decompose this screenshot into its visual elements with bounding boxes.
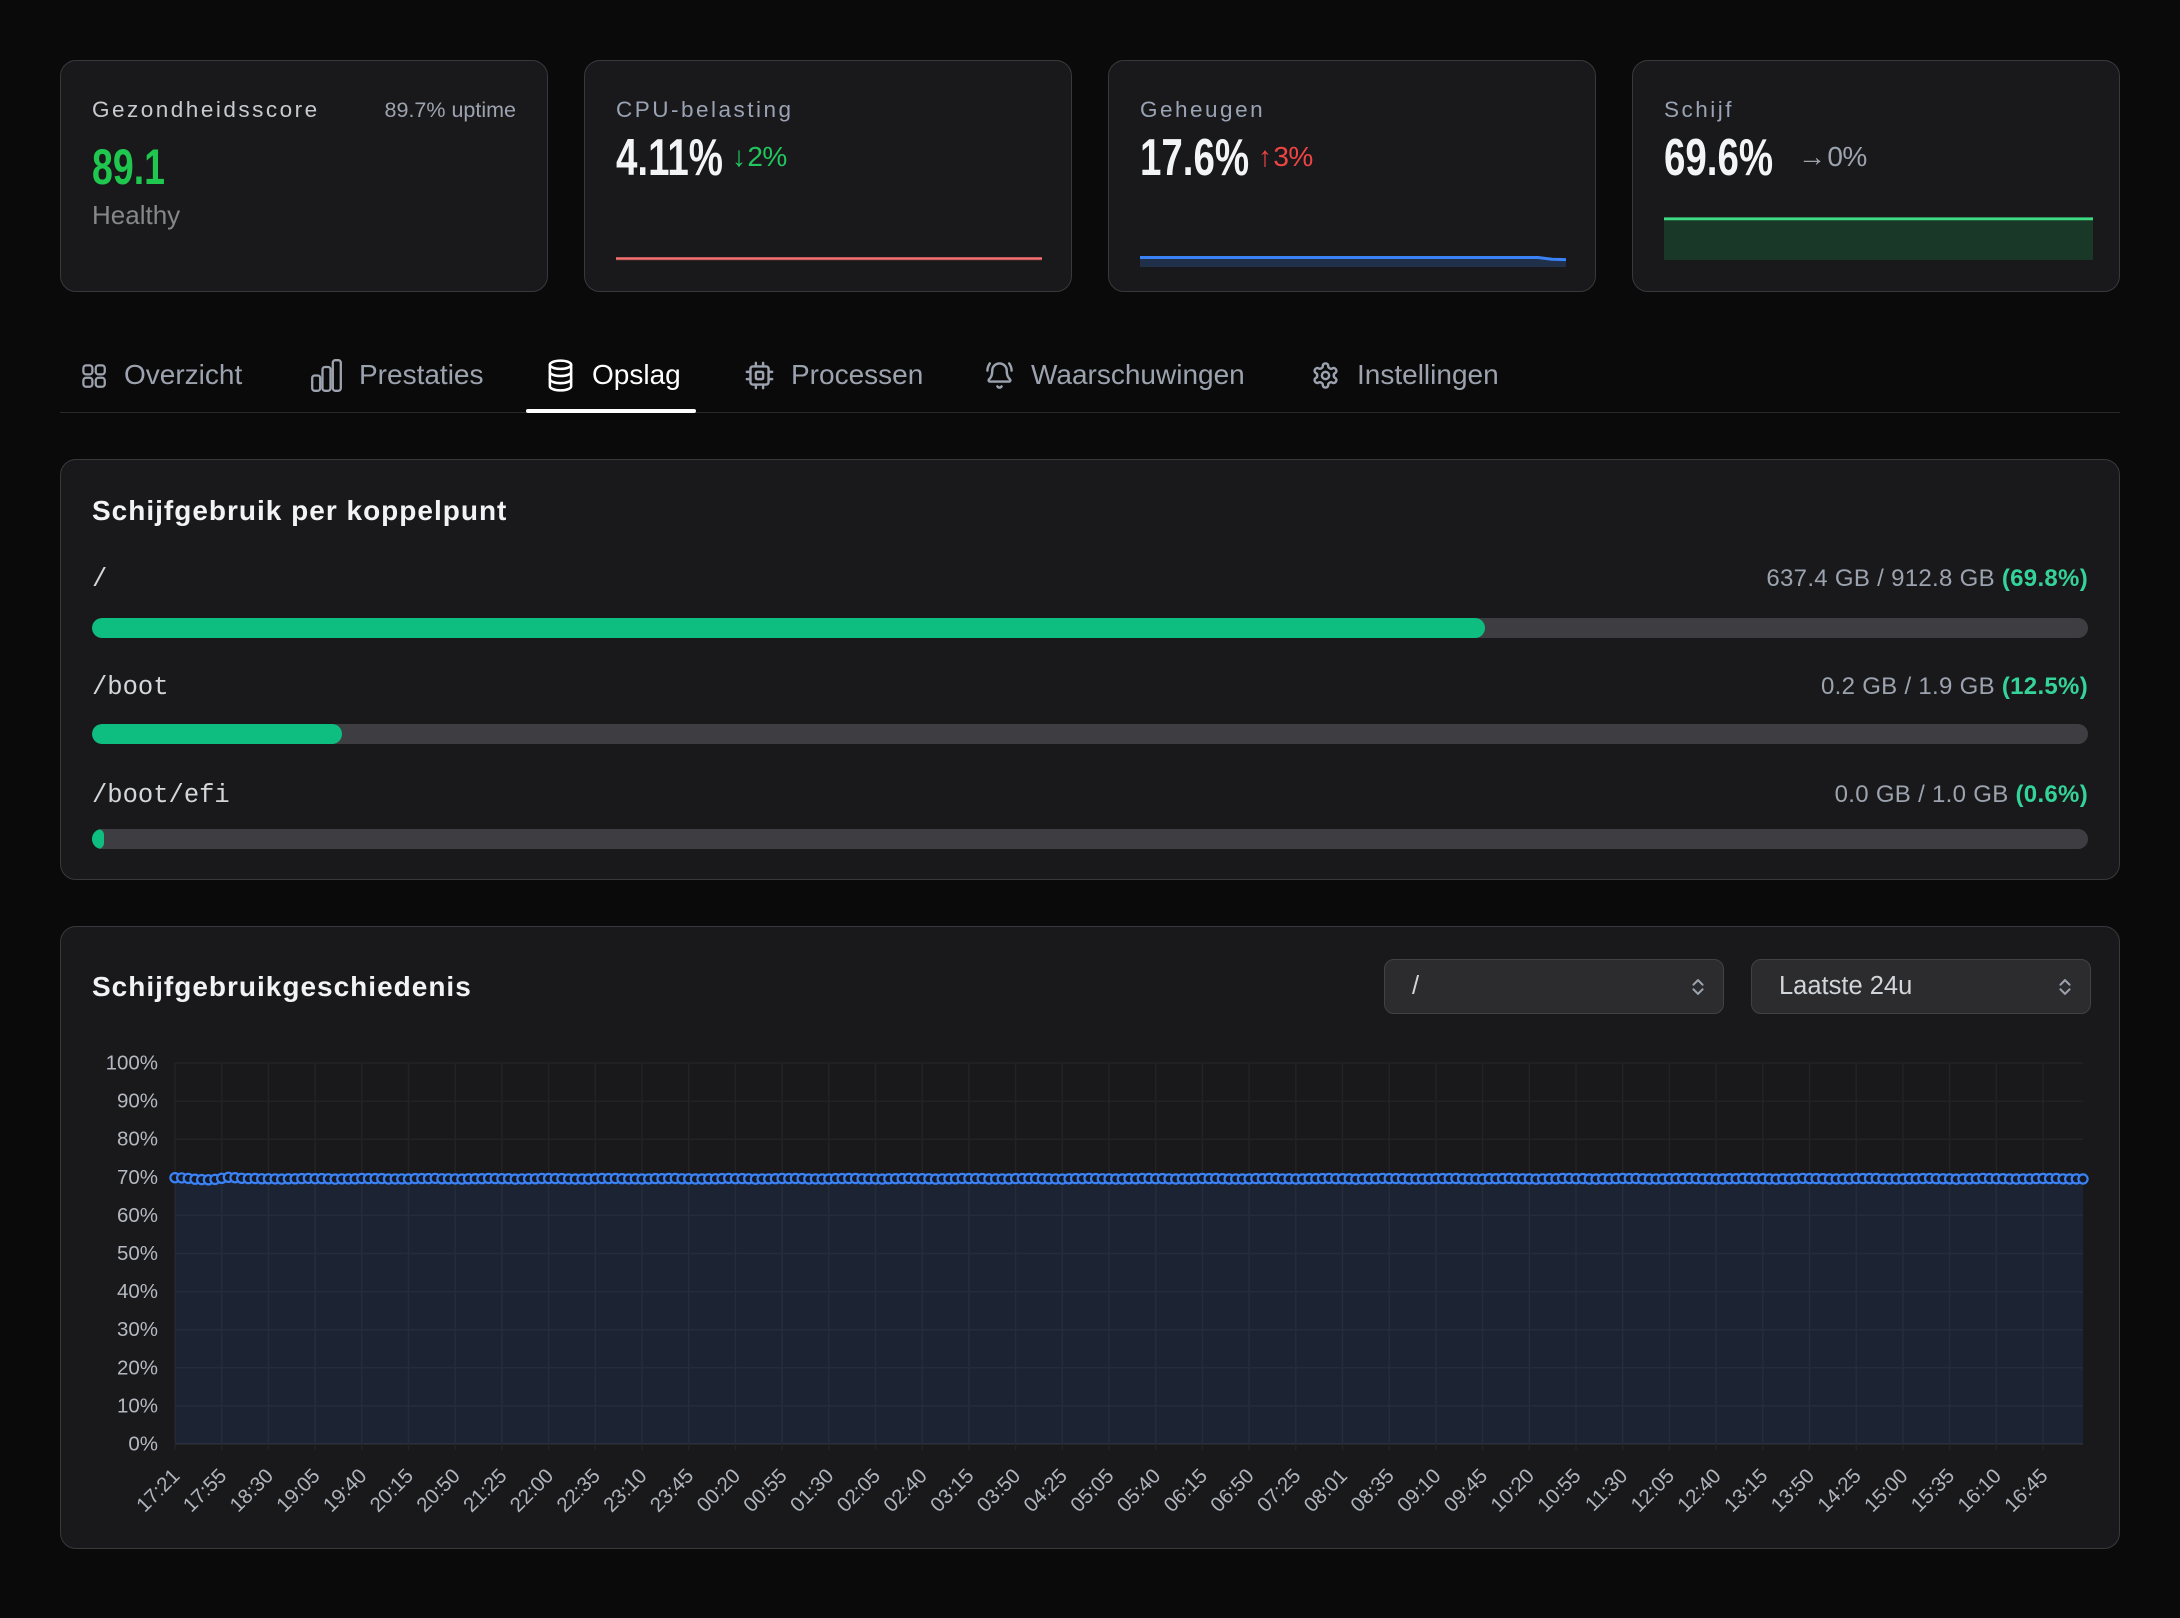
svg-text:19:05: 19:05	[272, 1464, 325, 1517]
svg-text:09:45: 09:45	[1440, 1464, 1493, 1517]
svg-text:30%: 30%	[117, 1318, 158, 1341]
svg-text:07:25: 07:25	[1253, 1464, 1306, 1517]
svg-text:08:01: 08:01	[1299, 1464, 1352, 1517]
svg-text:01:30: 01:30	[786, 1464, 839, 1517]
svg-text:02:40: 02:40	[879, 1464, 932, 1517]
svg-text:20:50: 20:50	[412, 1464, 465, 1517]
svg-text:100%: 100%	[106, 1052, 158, 1075]
svg-text:10:55: 10:55	[1533, 1464, 1586, 1517]
svg-text:00:55: 00:55	[739, 1464, 792, 1517]
svg-text:05:05: 05:05	[1066, 1464, 1119, 1517]
svg-text:13:50: 13:50	[1766, 1464, 1819, 1517]
svg-text:70%: 70%	[117, 1166, 158, 1189]
svg-text:15:35: 15:35	[1907, 1464, 1960, 1517]
svg-text:12:40: 12:40	[1673, 1464, 1726, 1517]
svg-text:10:20: 10:20	[1486, 1464, 1539, 1517]
svg-text:16:10: 16:10	[1953, 1464, 2006, 1517]
svg-text:16:45: 16:45	[2000, 1464, 2053, 1517]
svg-text:04:25: 04:25	[1019, 1464, 1072, 1517]
svg-text:0%: 0%	[128, 1433, 158, 1456]
svg-text:18:30: 18:30	[225, 1464, 278, 1517]
svg-text:17:21: 17:21	[132, 1464, 185, 1517]
svg-text:11:30: 11:30	[1581, 1464, 1632, 1515]
svg-text:08:35: 08:35	[1346, 1464, 1399, 1517]
svg-text:20%: 20%	[117, 1356, 158, 1379]
svg-text:02:05: 02:05	[832, 1464, 885, 1517]
svg-text:80%: 80%	[117, 1128, 158, 1151]
svg-text:14:25: 14:25	[1813, 1464, 1866, 1517]
svg-text:06:50: 06:50	[1206, 1464, 1259, 1517]
svg-text:15:00: 15:00	[1860, 1464, 1913, 1517]
svg-text:00:20: 00:20	[692, 1464, 745, 1517]
svg-text:21:25: 21:25	[459, 1464, 512, 1517]
svg-text:50%: 50%	[117, 1242, 158, 1265]
svg-text:03:50: 03:50	[973, 1464, 1026, 1517]
svg-text:13:15: 13:15	[1720, 1464, 1773, 1517]
svg-text:05:40: 05:40	[1113, 1464, 1166, 1517]
svg-text:22:00: 22:00	[506, 1464, 559, 1517]
svg-text:20:15: 20:15	[365, 1464, 418, 1517]
svg-text:23:10: 23:10	[599, 1464, 652, 1517]
svg-text:09:10: 09:10	[1393, 1464, 1446, 1517]
svg-text:19:40: 19:40	[319, 1464, 372, 1517]
svg-text:22:35: 22:35	[552, 1464, 605, 1517]
svg-text:17:55: 17:55	[179, 1464, 232, 1517]
svg-text:06:15: 06:15	[1159, 1464, 1212, 1517]
svg-text:40%: 40%	[117, 1280, 158, 1303]
svg-text:90%: 90%	[117, 1090, 158, 1113]
svg-text:03:15: 03:15	[926, 1464, 979, 1517]
svg-text:23:45: 23:45	[646, 1464, 699, 1517]
svg-text:10%: 10%	[117, 1394, 158, 1417]
svg-text:12:05: 12:05	[1626, 1464, 1679, 1517]
svg-text:60%: 60%	[117, 1204, 158, 1227]
